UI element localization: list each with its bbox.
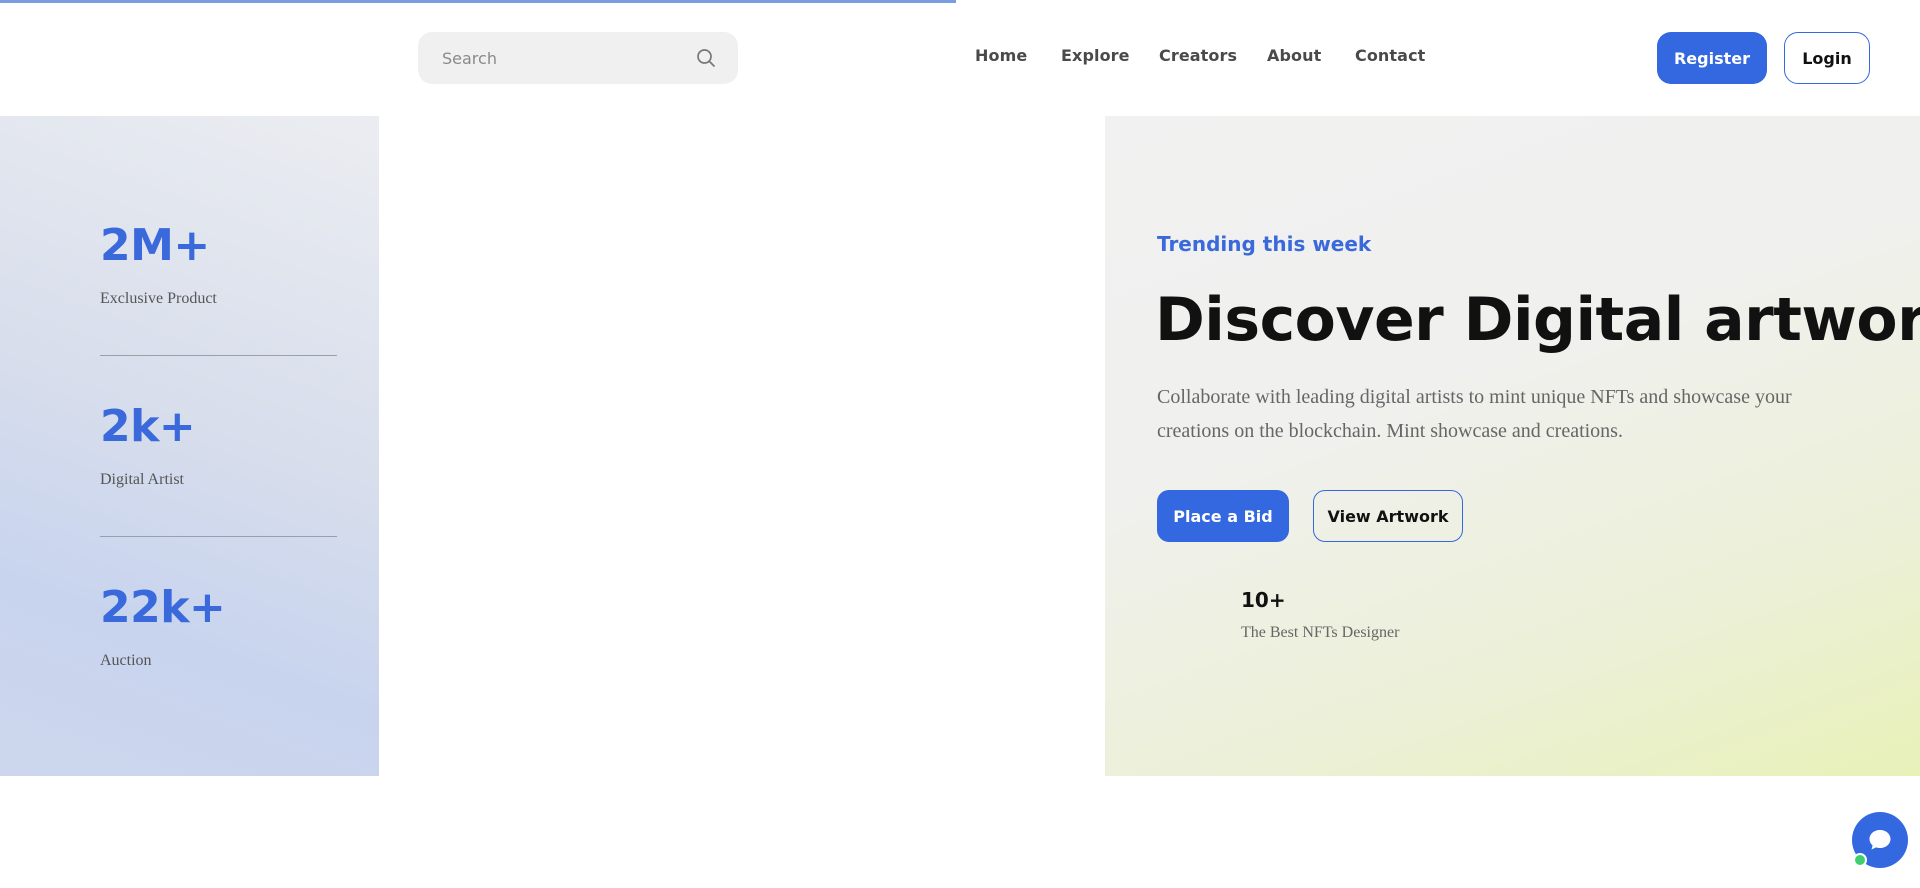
nav-link-contact[interactable]: Contact [1355, 46, 1425, 65]
stat-value: 2k+ [100, 401, 196, 452]
stat-value: 2M+ [100, 220, 210, 271]
hero-artwork-area [379, 116, 1105, 776]
nav-link-home[interactable]: Home [975, 46, 1027, 65]
place-bid-button[interactable]: Place a Bid [1157, 490, 1289, 542]
chat-bubble-icon [1867, 827, 1893, 853]
chat-online-indicator [1853, 853, 1867, 867]
nav-link-about[interactable]: About [1267, 46, 1321, 65]
stat-label: Digital Artist [100, 471, 184, 488]
search-box [418, 32, 738, 84]
nav-link-explore[interactable]: Explore [1061, 46, 1130, 65]
page: Home Explore Creators About Contact Regi… [0, 0, 1920, 888]
stat-divider [100, 355, 337, 356]
login-button[interactable]: Login [1784, 32, 1870, 84]
stat-item: 2M+ Exclusive Product [100, 224, 217, 308]
stat-item: 22k+ Auction [100, 582, 226, 670]
hero-eyebrow: Trending this week [1157, 232, 1372, 256]
search-input[interactable] [418, 32, 738, 84]
hero-title: Discover Digital artwork [1155, 285, 1920, 355]
search-icon[interactable] [696, 48, 716, 68]
stats-panel: 2M+ Exclusive Product 2k+ Digital Artist… [0, 116, 379, 776]
register-button[interactable]: Register [1657, 32, 1767, 84]
designer-count: 10+ [1241, 588, 1286, 612]
stat-item: 2k+ Digital Artist [100, 401, 196, 489]
view-artwork-button[interactable]: View Artwork [1313, 490, 1463, 542]
nav-link-creators[interactable]: Creators [1159, 46, 1237, 65]
hero-content: Trending this week Discover Digital artw… [1105, 116, 1920, 776]
stat-label: Exclusive Product [100, 290, 217, 307]
designer-label: The Best NFTs Designer [1241, 624, 1400, 641]
stat-divider [100, 536, 337, 537]
stat-label: Auction [100, 652, 152, 669]
site-header: Home Explore Creators About Contact Regi… [0, 0, 1920, 116]
stat-value: 22k+ [100, 582, 226, 633]
designer-stat: 10+ The Best NFTs Designer [1241, 588, 1399, 642]
hero-description: Collaborate with leading digital artists… [1157, 386, 1792, 442]
